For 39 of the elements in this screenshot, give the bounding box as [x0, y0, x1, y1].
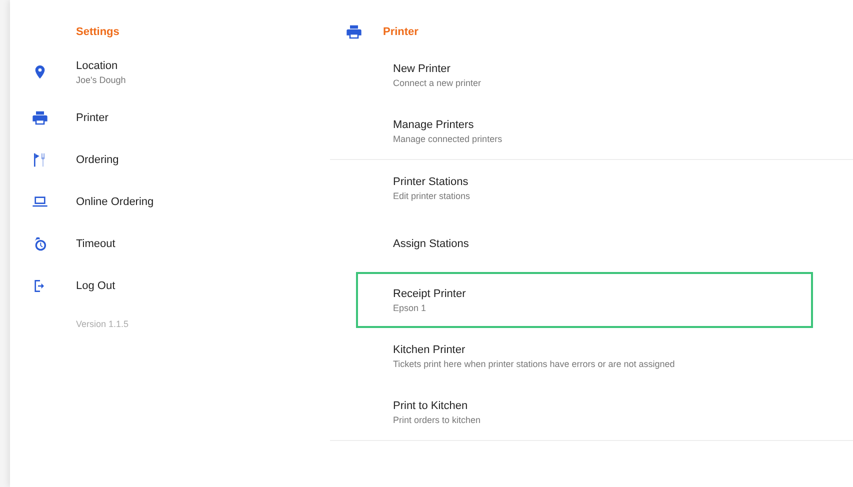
- version-text: Version 1.1.5: [75, 319, 130, 329]
- printer-option[interactable]: Assign Stations: [356, 216, 813, 272]
- option-detail: Edit printer stations: [393, 190, 470, 200]
- option-label: Receipt Printer: [393, 288, 466, 300]
- printer-option[interactable]: Print to Kitchen Print orders to kitchen: [356, 384, 813, 440]
- printer-option[interactable]: Receipt Printer Epson 1: [356, 272, 813, 328]
- option-detail: Print orders to kitchen: [393, 414, 481, 424]
- menu-item-label: Log Out: [76, 280, 116, 292]
- option-detail: Epson 1: [393, 302, 428, 312]
- printer-option[interactable]: Printer Stations Edit printer stations: [356, 160, 813, 216]
- menu-item-detail: Joe's Dough: [76, 74, 126, 84]
- printer-option[interactable]: Manage Printers Manage connected printers: [356, 103, 813, 159]
- option-detail: Connect a new printer: [393, 78, 482, 88]
- settings-menu-item[interactable]: Timeout: [10, 223, 330, 265]
- menu-item-label: Online Ordering: [76, 196, 154, 208]
- printer-icon: [32, 110, 48, 126]
- printer-option[interactable]: New Printer Connect a new printer: [356, 47, 813, 103]
- option-detail: Tickets print here when printer stations have errors or are not assigned: [393, 358, 675, 368]
- settings-menu-item[interactable]: Printer: [10, 97, 330, 139]
- option-detail: Manage connected printers: [393, 134, 502, 144]
- option-label: Printer Stations: [393, 176, 470, 188]
- option-label: Print to Kitchen: [393, 400, 469, 412]
- settings-menu-item[interactable]: Ordering: [10, 139, 330, 181]
- menu-item-label: Timeout: [76, 238, 116, 250]
- option-label: Kitchen Printer: [393, 344, 466, 356]
- clock-icon: [32, 236, 48, 252]
- menu-item-label: Ordering: [76, 154, 119, 166]
- menu-item-label: Printer: [76, 112, 108, 124]
- printer-title: Printer: [383, 26, 418, 38]
- settings-menu-item[interactable]: Online Ordering: [10, 181, 330, 223]
- option-label: Manage Printers: [393, 118, 475, 130]
- printer-icon: [346, 24, 362, 40]
- settings-title: Settings: [76, 26, 120, 38]
- option-label: New Printer: [393, 62, 452, 74]
- option-label: Assign Stations: [393, 238, 469, 250]
- settings-menu-item[interactable]: Location Joe's Dough: [10, 47, 330, 97]
- menu-item-label: Location: [76, 60, 119, 72]
- settings-menu-item[interactable]: Log Out: [10, 265, 330, 307]
- printer-option[interactable]: Kitchen Printer Tickets print here when printer stations have errors or are not assigned: [356, 328, 813, 384]
